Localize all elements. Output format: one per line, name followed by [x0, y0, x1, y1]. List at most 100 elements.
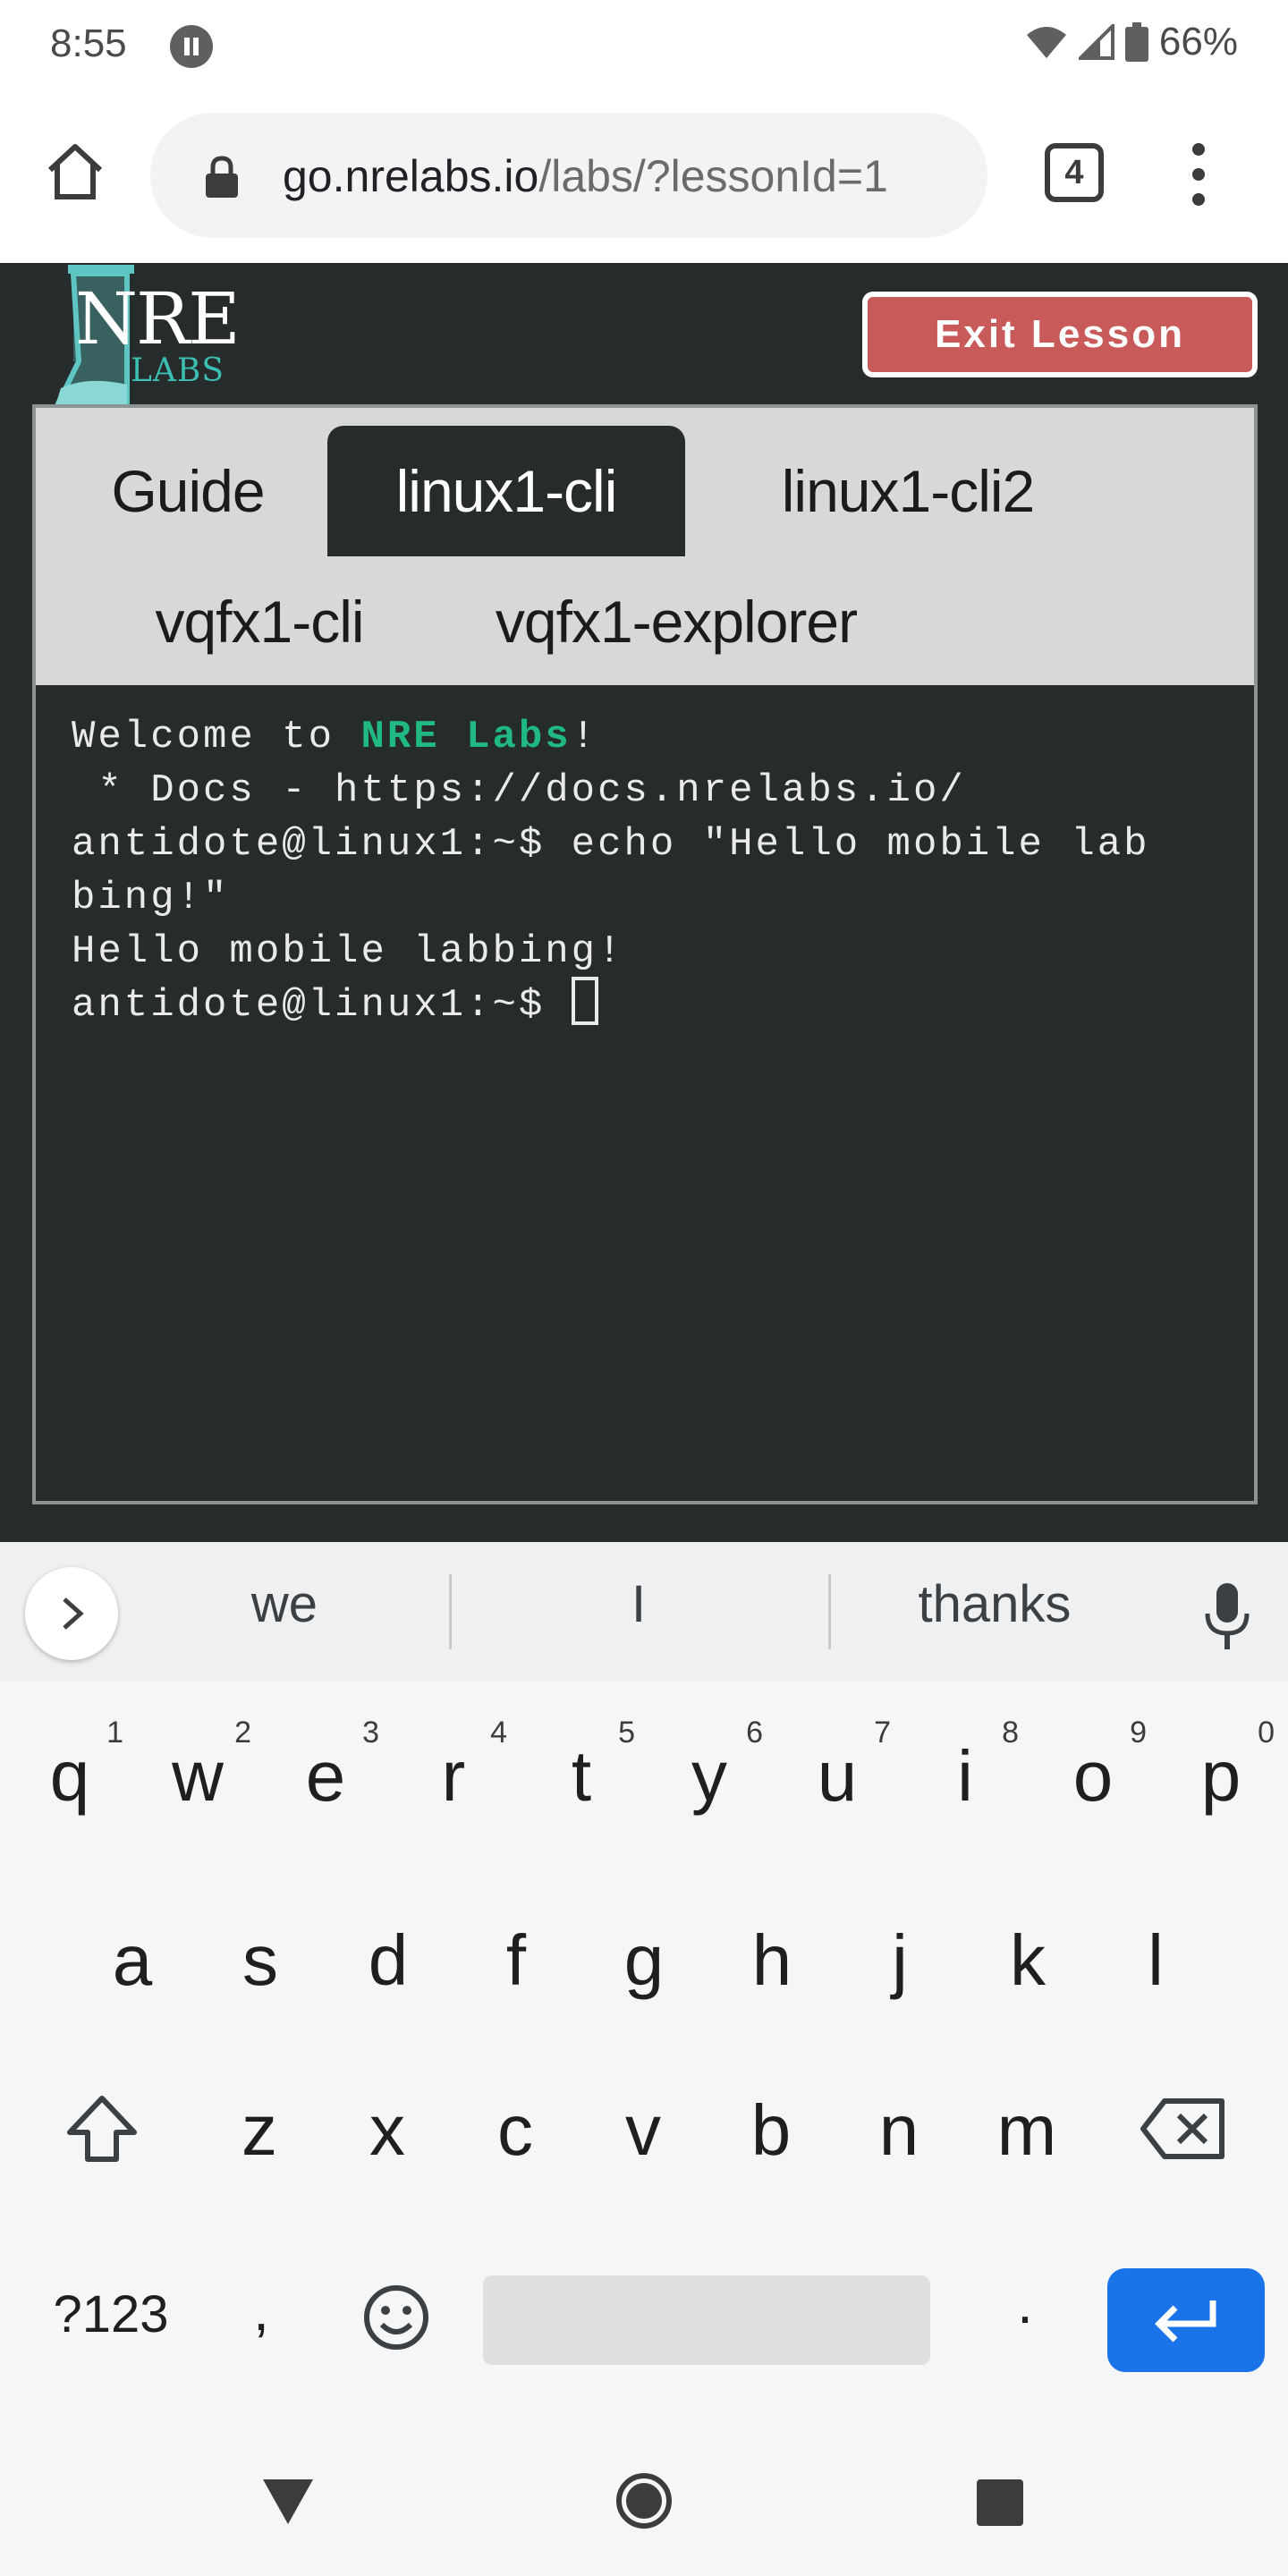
status-time: 8:55: [50, 21, 127, 65]
home-icon[interactable]: [43, 140, 107, 204]
key-r[interactable]: r4: [391, 1705, 516, 1848]
key-number-hint: 8: [1002, 1716, 1019, 1750]
keyboard-expand-button[interactable]: [25, 1567, 118, 1660]
suggestion-divider: [449, 1574, 452, 1649]
key-z[interactable]: z: [197, 2059, 322, 2202]
battery-icon: [1124, 22, 1148, 62]
key-a[interactable]: a: [70, 1889, 195, 2032]
chevron-right-icon: [63, 1597, 84, 1630]
on-screen-keyboard: we I thanks q1w2e3r4t5y6u7i8o9p0 asdfghj…: [0, 1542, 1288, 2436]
tab-vqfx1-explorer[interactable]: vqfx1-explorer: [444, 556, 909, 687]
key-e[interactable]: e3: [263, 1705, 388, 1848]
symbols-key[interactable]: ?123: [21, 2265, 200, 2363]
key-k[interactable]: k: [965, 1889, 1090, 2032]
key-v[interactable]: v: [580, 2059, 706, 2202]
logo-text-labs: LABS: [131, 352, 225, 389]
key-q[interactable]: q1: [7, 1705, 132, 1848]
url-path: /labs/?lessonId=1: [538, 151, 888, 201]
address-bar[interactable]: go.nrelabs.io/labs/?lessonId=1: [150, 113, 987, 238]
cell-signal-icon: [1078, 24, 1114, 60]
tab-linux1-cli[interactable]: linux1-cli: [327, 426, 685, 556]
key-p[interactable]: p0: [1158, 1705, 1284, 1848]
suggestion-2[interactable]: I: [504, 1574, 773, 1634]
key-s[interactable]: s: [198, 1889, 323, 2032]
suggestion-divider: [828, 1574, 831, 1649]
lab-tab-strip: Guide linux1-cli linux1-cli2 vqfx1-cli v…: [36, 408, 1254, 685]
terminal-prompt-line: antidote@linux1:~$: [72, 977, 1254, 1032]
key-label: r: [441, 1736, 466, 1816]
welcome-prefix: Welcome to: [72, 715, 361, 759]
url-host: go.nrelabs.io: [283, 151, 539, 201]
shift-key[interactable]: [48, 2075, 156, 2182]
status-bar: 8:55 66%: [0, 0, 1288, 93]
home-nav-icon[interactable]: [615, 2472, 673, 2529]
key-u[interactable]: u7: [775, 1705, 900, 1848]
key-g[interactable]: g: [581, 1889, 707, 2032]
media-pause-icon: [170, 25, 213, 68]
tab-guide[interactable]: Guide: [89, 426, 286, 556]
backspace-icon: [1140, 2098, 1224, 2159]
key-number-hint: 5: [618, 1716, 635, 1750]
key-label: y: [691, 1736, 727, 1816]
lock-icon: [206, 156, 238, 198]
terminal[interactable]: Welcome to NRE Labs! * Docs - https://do…: [36, 685, 1254, 1501]
enter-icon: [1155, 2301, 1216, 2343]
key-t[interactable]: t5: [519, 1705, 644, 1848]
comma-key[interactable]: ,: [199, 2243, 324, 2377]
terminal-welcome-line: Welcome to NRE Labs!: [72, 710, 1254, 764]
key-x[interactable]: x: [325, 2059, 450, 2202]
backspace-key[interactable]: [1129, 2075, 1236, 2182]
terminal-prompt: antidote@linux1:~$: [72, 983, 572, 1028]
logo-text-nre: NRE: [75, 277, 241, 360]
key-label: u: [817, 1736, 858, 1816]
microphone-icon[interactable]: [1202, 1581, 1252, 1653]
suggestion-1[interactable]: we: [150, 1574, 419, 1634]
url-text: go.nrelabs.io/labs/?lessonId=1: [283, 150, 888, 202]
wifi-icon: [1026, 27, 1066, 58]
key-d[interactable]: d: [326, 1889, 451, 2032]
key-l[interactable]: l: [1093, 1889, 1218, 2032]
key-number-hint: 3: [362, 1716, 379, 1750]
status-icons: 66%: [1025, 20, 1238, 64]
key-w[interactable]: w2: [135, 1705, 260, 1848]
suggestion-3[interactable]: thanks: [860, 1574, 1129, 1634]
key-n[interactable]: n: [836, 2059, 962, 2202]
welcome-highlight: NRE Labs: [360, 715, 572, 759]
key-label: p: [1200, 1736, 1241, 1816]
back-icon[interactable]: [261, 2476, 315, 2526]
key-number-hint: 1: [106, 1716, 123, 1750]
key-j[interactable]: j: [837, 1889, 962, 2032]
key-label: q: [49, 1736, 90, 1816]
tab-switcher-button[interactable]: 4: [1045, 143, 1104, 202]
emoji-icon: [364, 2285, 428, 2350]
key-label: w: [172, 1736, 224, 1816]
key-y[interactable]: y6: [647, 1705, 772, 1848]
exit-lesson-button[interactable]: Exit Lesson: [862, 292, 1258, 377]
tab-linux1-cli2[interactable]: linux1-cli2: [724, 426, 1091, 556]
shift-icon: [67, 2096, 137, 2162]
space-key[interactable]: [483, 2275, 930, 2365]
welcome-suffix: !: [571, 715, 598, 759]
terminal-line: Hello mobile labbing!: [72, 929, 624, 974]
lab-panel: Guide linux1-cli linux1-cli2 vqfx1-cli v…: [32, 404, 1258, 1504]
emoji-key[interactable]: [347, 2268, 445, 2367]
key-c[interactable]: c: [453, 2059, 578, 2202]
key-f[interactable]: f: [453, 1889, 579, 2032]
key-number-hint: 9: [1130, 1716, 1147, 1750]
key-number-hint: 6: [746, 1716, 763, 1750]
key-i[interactable]: i8: [902, 1705, 1028, 1848]
tab-vqfx1-cli[interactable]: vqfx1-cli: [89, 556, 429, 687]
enter-key[interactable]: [1107, 2268, 1265, 2372]
suggestion-strip: we I thanks: [0, 1542, 1288, 1682]
system-nav-bar: [0, 2436, 1288, 2576]
key-o[interactable]: o9: [1030, 1705, 1156, 1848]
key-b[interactable]: b: [708, 2059, 834, 2202]
key-h[interactable]: h: [709, 1889, 835, 2032]
key-number-hint: 7: [874, 1716, 891, 1750]
key-number-hint: 2: [234, 1716, 251, 1750]
recents-icon[interactable]: [975, 2478, 1025, 2528]
browser-menu-icon[interactable]: [1181, 143, 1216, 206]
period-key[interactable]: .: [962, 2236, 1088, 2370]
key-m[interactable]: m: [964, 2059, 1089, 2202]
terminal-line: bing!": [72, 876, 230, 920]
